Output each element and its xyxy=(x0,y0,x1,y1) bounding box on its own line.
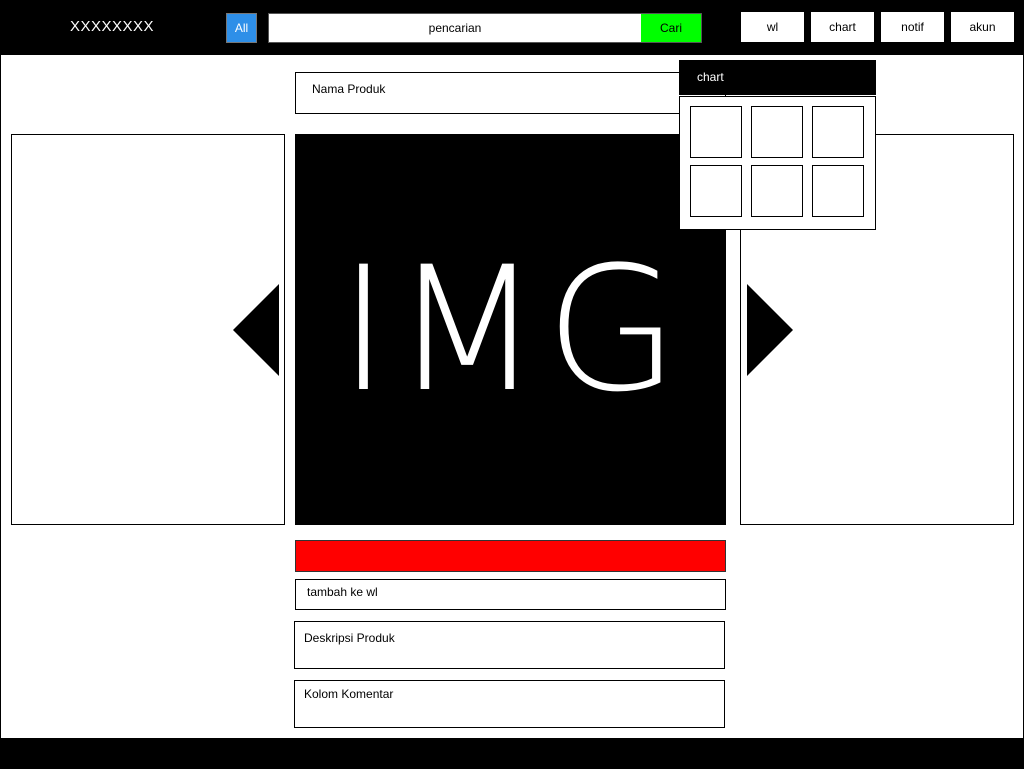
nav-account-button[interactable]: akun xyxy=(951,12,1014,42)
chart-item[interactable] xyxy=(812,106,864,158)
chart-item[interactable] xyxy=(690,106,742,158)
product-description-box: Deskripsi Produk xyxy=(294,621,725,669)
site-logo[interactable]: XXXXXXXX xyxy=(60,18,164,35)
arrow-left-icon[interactable] xyxy=(233,284,279,376)
product-description-label: Deskripsi Produk xyxy=(304,631,395,645)
product-name-label: Nama Produk xyxy=(312,82,386,96)
add-to-wishlist-button[interactable]: tambah ke wl xyxy=(295,579,726,610)
product-name-box: Nama Produk xyxy=(295,72,726,114)
nav-wishlist-button[interactable]: wl xyxy=(741,12,804,42)
search-input[interactable] xyxy=(269,14,641,42)
chart-dropdown-title: chart xyxy=(697,70,724,84)
category-all-button[interactable]: All xyxy=(226,13,257,43)
chart-dropdown xyxy=(679,96,876,230)
add-to-wishlist-label: tambah ke wl xyxy=(307,585,378,599)
image-placeholder-text: IMG xyxy=(338,228,683,430)
nav-notif-button[interactable]: notif xyxy=(881,12,944,42)
chart-item[interactable] xyxy=(751,106,803,158)
chart-item[interactable] xyxy=(751,165,803,217)
product-image: IMG xyxy=(295,134,726,525)
top-bar: XXXXXXXX All Cari wl chart notif akun xyxy=(0,0,1024,54)
chart-item[interactable] xyxy=(812,165,864,217)
arrow-right-icon[interactable] xyxy=(747,284,793,376)
comment-box-label: Kolom Komentar xyxy=(304,687,394,701)
nav-chart-button[interactable]: chart xyxy=(811,12,874,42)
buy-button[interactable] xyxy=(295,540,726,572)
footer-bar xyxy=(0,738,1024,769)
chart-item[interactable] xyxy=(690,165,742,217)
search-bar: Cari xyxy=(268,13,702,43)
chart-dropdown-header: chart xyxy=(679,60,876,95)
comment-box[interactable]: Kolom Komentar xyxy=(294,680,725,728)
search-button[interactable]: Cari xyxy=(641,14,701,42)
